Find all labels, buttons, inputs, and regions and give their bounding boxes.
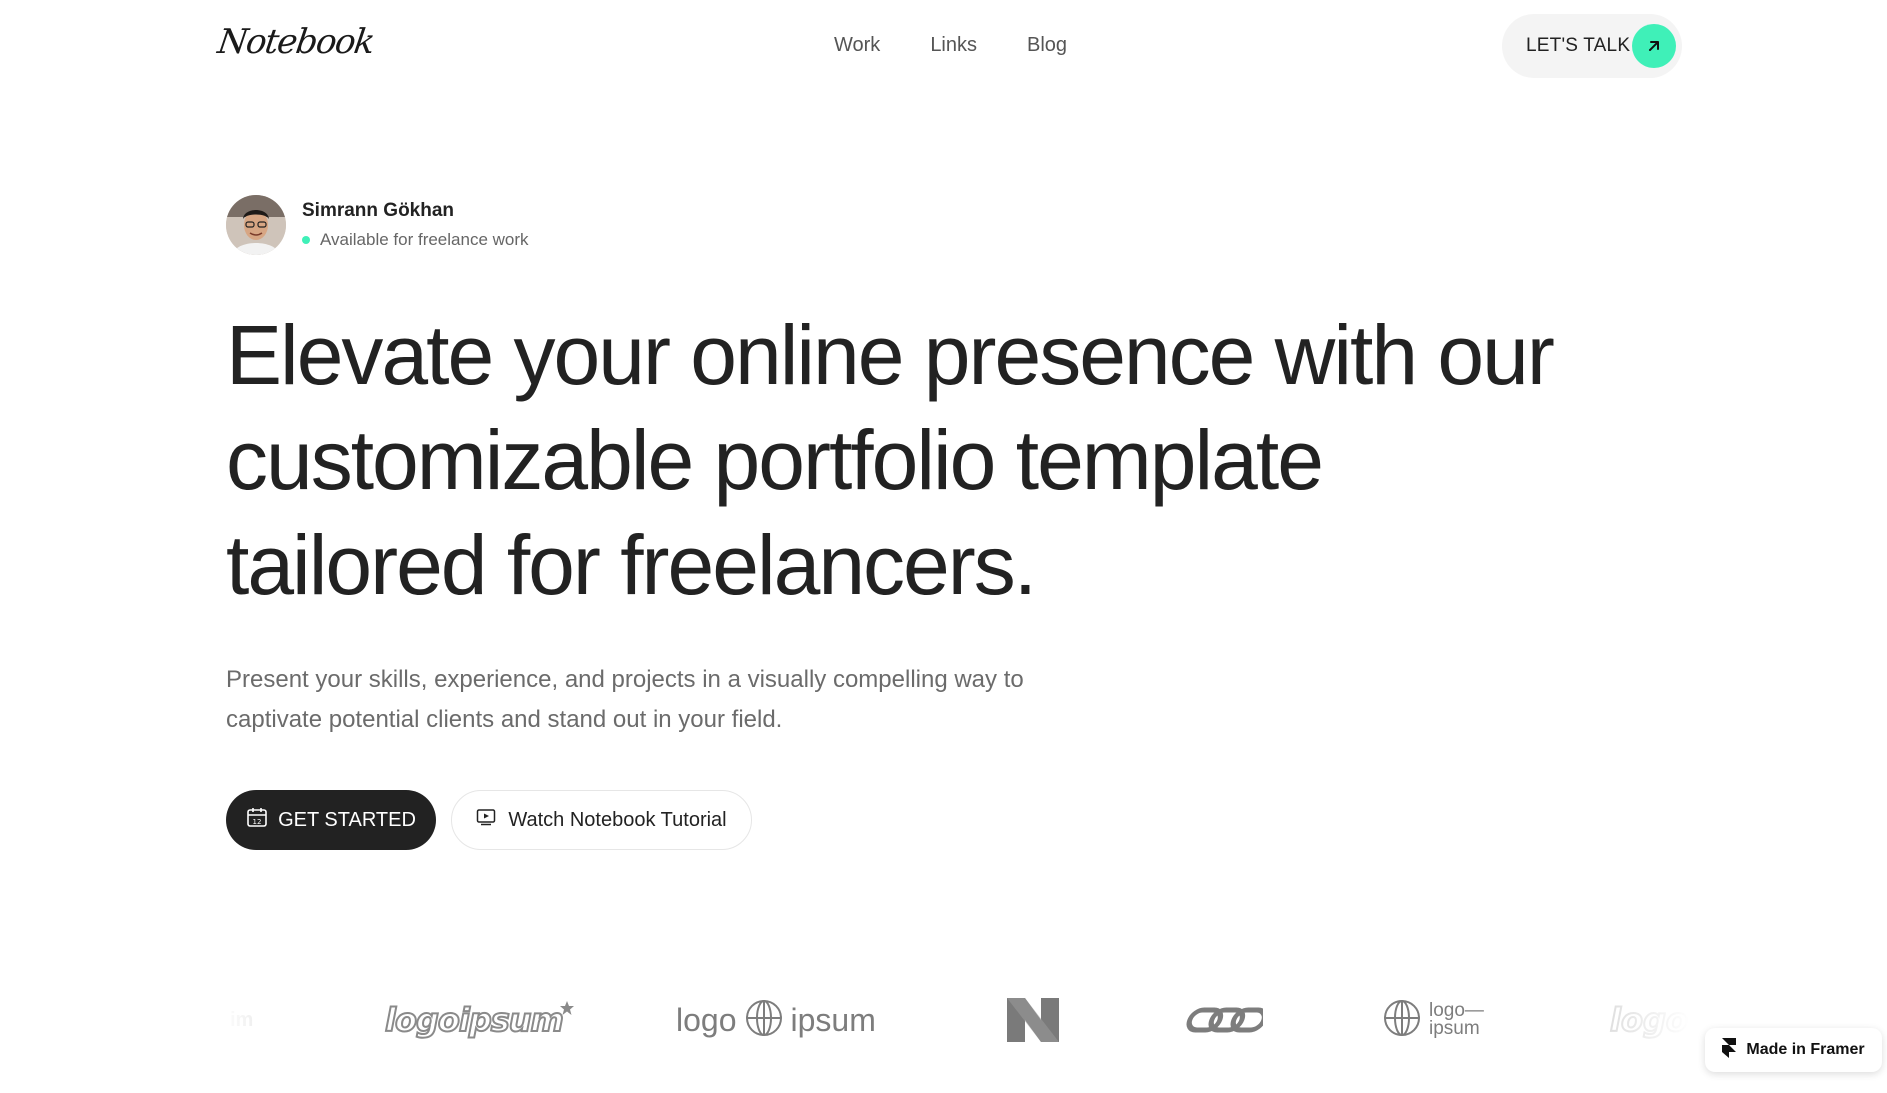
n-mark-icon bbox=[1007, 998, 1059, 1042]
hero-headline: Elevate your online presence with our cu… bbox=[226, 303, 1706, 618]
watch-tutorial-label: Watch Notebook Tutorial bbox=[508, 808, 727, 831]
nav-item-blog[interactable]: Blog bbox=[1027, 34, 1067, 57]
hero-subtext: Present your skills, experience, and pro… bbox=[226, 666, 1024, 733]
lets-talk-label: LET'S TALK bbox=[1526, 35, 1631, 56]
globe-icon bbox=[1383, 999, 1421, 1042]
headline-line: customizable portfolio template bbox=[226, 413, 1324, 507]
availability-text: Available for freelance work bbox=[320, 230, 529, 249]
watch-tutorial-button[interactable]: Watch Notebook Tutorial bbox=[451, 790, 752, 850]
svg-text:12: 12 bbox=[253, 818, 262, 826]
headline-line: Elevate your online presence with our bbox=[226, 308, 1555, 402]
get-started-button[interactable]: 12 GET STARTED bbox=[226, 790, 436, 850]
made-in-framer-label: Made in Framer bbox=[1746, 1041, 1865, 1058]
client-logo-logo-ipsum-stacked: logo— ipsum bbox=[1383, 990, 1484, 1050]
lets-talk-button[interactable]: LET'S TALK bbox=[1502, 14, 1682, 78]
main-nav: Work Links Blog bbox=[834, 34, 1067, 57]
calendar-icon: 12 bbox=[246, 806, 268, 834]
headline-line: tailored for freelancers. bbox=[226, 518, 1037, 612]
globe-icon bbox=[745, 999, 783, 1042]
get-started-label: GET STARTED bbox=[278, 808, 416, 831]
client-logo-logo-ipsum: logo ipsum bbox=[676, 990, 876, 1050]
video-icon bbox=[476, 808, 496, 832]
client-logo-infinity bbox=[1185, 990, 1263, 1050]
availability-status: Available for freelance work bbox=[302, 230, 529, 250]
chain-links-icon bbox=[1186, 1007, 1263, 1033]
brand-logo[interactable]: Notebook bbox=[215, 22, 376, 62]
arrow-up-right-icon bbox=[1632, 24, 1676, 68]
nav-item-work[interactable]: Work bbox=[834, 34, 880, 57]
status-dot-icon bbox=[302, 236, 310, 244]
avatar bbox=[226, 195, 286, 255]
client-logo-logoipsum: logoipsum bbox=[384, 990, 575, 1050]
made-in-framer-badge[interactable]: Made in Framer bbox=[1705, 1028, 1882, 1072]
client-logo-n-mark bbox=[1007, 990, 1059, 1050]
logo-strip-fade-right bbox=[1600, 985, 1690, 1055]
star-icon bbox=[559, 1000, 575, 1021]
client-logo-strip: im logoipsum logo ipsum bbox=[220, 990, 1689, 1050]
framer-icon bbox=[1722, 1037, 1737, 1063]
nav-item-links[interactable]: Links bbox=[930, 34, 977, 57]
profile-name: Simrann Gökhan bbox=[302, 200, 455, 221]
logo-strip-fade-left bbox=[220, 985, 300, 1055]
